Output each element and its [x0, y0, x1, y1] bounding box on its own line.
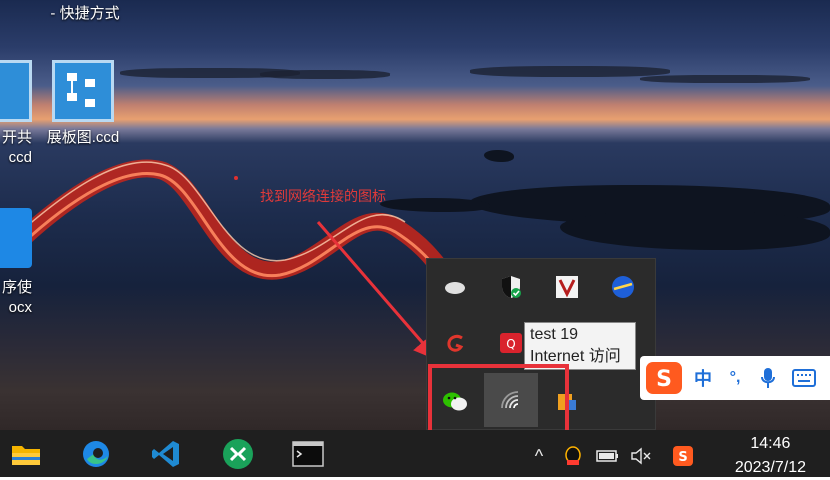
sogou-logo-icon[interactable]: S: [640, 356, 688, 400]
cloud-icon: [445, 282, 465, 294]
taskbar: ^ S 14:46 2023/7/12: [0, 430, 830, 477]
annotation-highlight-box: [428, 364, 569, 437]
ime-toolbar[interactable]: S 中 °,: [640, 356, 830, 400]
taskbar-file-explorer[interactable]: [10, 438, 42, 470]
svg-text:S: S: [678, 450, 687, 465]
red-swirl-icon: [447, 334, 464, 352]
svg-text:S: S: [656, 367, 672, 392]
clock-date: 2023/7/12: [734, 459, 806, 476]
terminal-icon: [292, 441, 324, 467]
keyboard-icon[interactable]: [784, 356, 824, 400]
qq-icon[interactable]: [562, 445, 584, 467]
sogou-tray-icon[interactable]: S: [672, 445, 694, 467]
network-tooltip: test 19 Internet 访问: [524, 322, 636, 370]
vscode-icon: [152, 441, 179, 467]
folder-icon: [12, 446, 40, 465]
ime-mode-toggle[interactable]: 中: [688, 356, 718, 400]
tray-app-v[interactable]: [547, 267, 587, 307]
tray-windows-security[interactable]: [491, 267, 531, 307]
ime-punctuation-toggle[interactable]: °,: [718, 356, 752, 400]
remote-desktop-icon: [223, 439, 253, 469]
edge-browser-icon: [83, 441, 109, 467]
shield-check-icon: [502, 276, 521, 298]
tray-onedrive[interactable]: [435, 267, 475, 307]
tray-app-blue[interactable]: [603, 267, 643, 307]
annotation-arrows: [316, 221, 462, 361]
battery-charging-icon[interactable]: [596, 445, 618, 467]
v-app-icon: [556, 276, 578, 298]
globe-slash-icon: [612, 276, 634, 298]
svg-text:Q: Q: [506, 337, 515, 351]
tooltip-network-name: test 19: [530, 326, 579, 343]
tray-chevron-up[interactable]: ^: [528, 445, 550, 467]
red-badge-icon: Q: [500, 333, 522, 353]
taskbar-edge[interactable]: [80, 438, 112, 470]
tray-app-red[interactable]: [435, 323, 475, 363]
desktop: - 快捷方式 展板图.ccd 开共 ccd 序使 ocx 找到网络连接的图标: [0, 0, 830, 477]
taskbar-clock[interactable]: 14:46 2023/7/12: [735, 432, 806, 480]
taskbar-terminal[interactable]: [292, 438, 324, 470]
taskbar-vscode[interactable]: [150, 438, 182, 470]
volume-muted-icon[interactable]: [630, 445, 652, 467]
clock-time: 14:46: [750, 435, 791, 452]
microphone-icon[interactable]: [752, 356, 784, 400]
taskbar-remote-app[interactable]: [222, 438, 254, 470]
